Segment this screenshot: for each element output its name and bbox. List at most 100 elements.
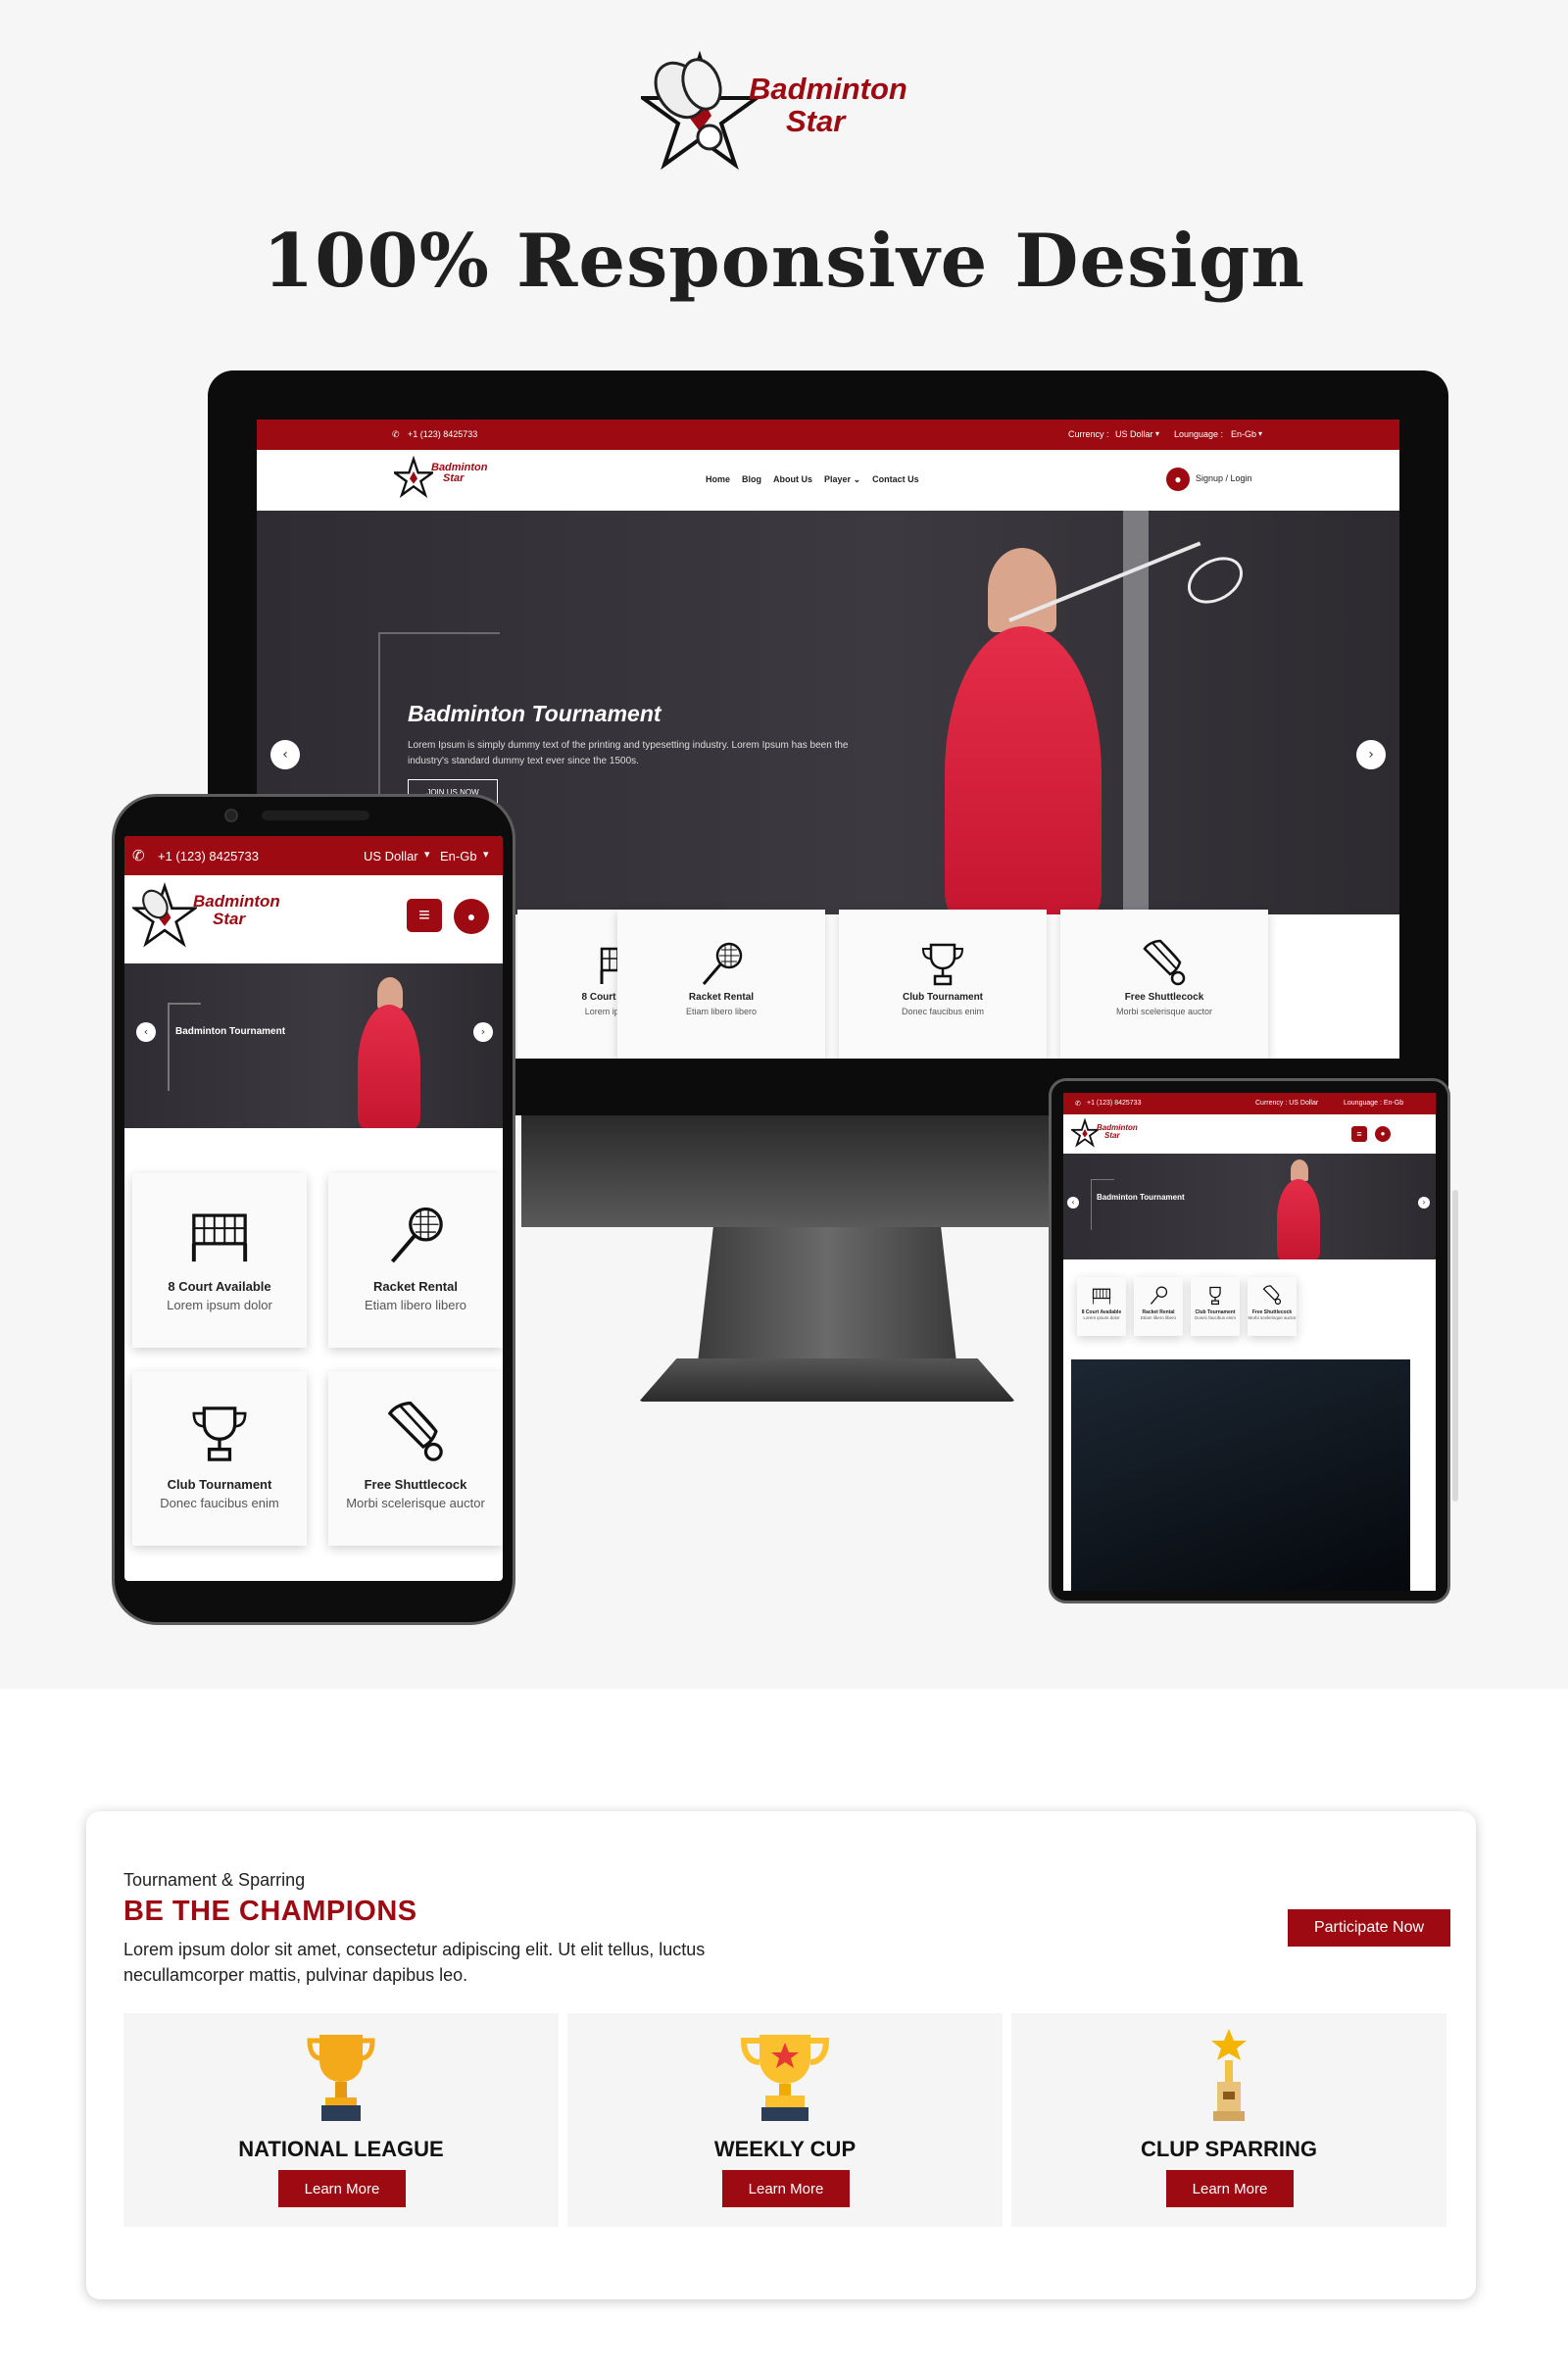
- tablet-currency[interactable]: Currency : US Dollar: [1255, 1100, 1318, 1107]
- language-label: Lounguage :: [1174, 429, 1224, 439]
- trophy-icon: [921, 943, 964, 986]
- chevron-left-icon[interactable]: ‹: [1067, 1197, 1079, 1209]
- tablet-language[interactable]: Lounguage : En-Gb: [1344, 1100, 1403, 1107]
- feature-card[interactable]: Racket Rental Etiam libero libero: [328, 1173, 503, 1348]
- header-wordmark: Badminton Star: [431, 463, 487, 484]
- feature-card[interactable]: 8 Court Available Lorem ipsum dolor: [1077, 1277, 1126, 1336]
- mobile-topbar: ✆ +1 (123) 8425733 US Dollar ▾ En-Gb ▾: [124, 836, 503, 875]
- user-icon[interactable]: ●: [1375, 1126, 1391, 1142]
- hero-frame-top: [168, 1003, 201, 1005]
- mobile-wordmark: Badminton Star: [193, 893, 280, 928]
- nav-about[interactable]: About Us: [773, 474, 812, 485]
- star-trophy-icon: [740, 2035, 830, 2121]
- learn-more-button[interactable]: Learn More: [722, 2170, 850, 2207]
- net-icon: [191, 1213, 248, 1262]
- nav-player[interactable]: Player ⌄: [824, 474, 860, 485]
- mobile-language[interactable]: En-Gb: [440, 849, 477, 863]
- feature-card[interactable]: Free Shuttlecock Morbi scelerisque aucto…: [1060, 910, 1268, 1059]
- feature-sub: Donec faucibus enim: [1194, 1315, 1237, 1320]
- shuttlecock-icon: [387, 1401, 443, 1461]
- champions-panel: Tournament & Sparring BE THE CHAMPIONS L…: [86, 1811, 1476, 2299]
- chevron-right-icon[interactable]: ›: [1418, 1197, 1430, 1209]
- mobile-phone-number[interactable]: +1 (123) 8425733: [158, 849, 259, 863]
- champion-card: NATIONAL LEAGUE Learn More: [123, 2013, 559, 2227]
- shuttlecock-icon: [1143, 939, 1186, 986]
- tablet-phone[interactable]: +1 (123) 8425733: [1087, 1100, 1141, 1107]
- monitor-chin: [521, 1115, 1051, 1227]
- feature-sub: Morbi scelerisque auctor: [1248, 1315, 1297, 1320]
- mobile-header: Badminton Star ≡ ●: [124, 875, 503, 963]
- shuttlecock-star-icon: [636, 50, 763, 171]
- feature-card[interactable]: Racket Rental Etiam libero libero: [1134, 1277, 1183, 1336]
- hero-text: Lorem Ipsum is simply dummy text of the …: [408, 740, 849, 766]
- nav-contact[interactable]: Contact Us: [872, 474, 919, 485]
- tablet-header: Badminton Star ≡ ●: [1063, 1114, 1436, 1154]
- tablet-section-image: [1071, 1359, 1410, 1591]
- phone-icon: ✆: [132, 848, 145, 864]
- currency-select[interactable]: US Dollar: [1115, 429, 1153, 439]
- chevron-down-icon: ▾: [483, 849, 489, 861]
- stylus: [1452, 1190, 1458, 1502]
- phone-icon: ✆: [392, 429, 400, 439]
- feature-title: 8 Court Available: [168, 1279, 271, 1294]
- chevron-down-icon: ⌄: [853, 474, 861, 484]
- feature-card[interactable]: Free Shuttlecock Morbi scelerisque aucto…: [1248, 1277, 1297, 1336]
- feature-card[interactable]: 8 Court Available Lorem ipsum dolor: [132, 1173, 307, 1348]
- feature-card[interactable]: Club Tournament Donec faucibus enim: [1191, 1277, 1240, 1336]
- feature-card[interactable]: Club Tournament Donec faucibus enim: [839, 910, 1047, 1059]
- hero-frame-left: [1091, 1179, 1092, 1230]
- chevron-left-icon[interactable]: ‹: [136, 1022, 156, 1042]
- tablet-device: ✆ +1 (123) 8425733 Currency : US Dollar …: [1049, 1078, 1450, 1603]
- mobile-hero: Badminton Tournament ‹ ›: [124, 963, 503, 1128]
- player-head: [988, 548, 1056, 632]
- nav-blog[interactable]: Blog: [742, 474, 761, 485]
- logo-icon[interactable]: [132, 881, 197, 960]
- monitor-stand-neck: [698, 1227, 956, 1362]
- header-brand-2: Star: [443, 472, 465, 484]
- language-select[interactable]: En-Gb: [1231, 429, 1256, 439]
- mobile-hero-title: Badminton Tournament: [175, 1026, 286, 1037]
- mobile-brand-1: Badminton: [193, 892, 280, 911]
- learn-more-button[interactable]: Learn More: [1166, 2170, 1294, 2207]
- user-icon[interactable]: ●: [1166, 468, 1190, 491]
- logo-icon[interactable]: [394, 456, 433, 505]
- feature-sub: Donec faucibus enim: [160, 1496, 279, 1510]
- feature-sub: Lorem ipsum dolor: [167, 1298, 272, 1312]
- learn-more-button[interactable]: Learn More: [278, 2170, 406, 2207]
- topbar-phone[interactable]: +1 (123) 8425733: [408, 429, 477, 439]
- chevron-right-icon[interactable]: ›: [473, 1022, 493, 1042]
- chevron-down-icon: ▾: [1258, 429, 1263, 438]
- trophy-icon: [307, 2035, 375, 2121]
- shuttlecock-icon: [1262, 1285, 1282, 1306]
- menu-icon[interactable]: ≡: [1351, 1126, 1367, 1142]
- trophy-icon: [192, 1406, 247, 1461]
- brand-line-1: Badminton: [749, 72, 907, 106]
- feature-card[interactable]: Club Tournament Donec faucibus enim: [132, 1371, 307, 1546]
- feature-card[interactable]: Free Shuttlecock Morbi scelerisque aucto…: [328, 1371, 503, 1546]
- feature-title: Club Tournament: [167, 1477, 272, 1492]
- user-icon[interactable]: ●: [454, 899, 489, 934]
- tablet-wordmark: Badminton Star: [1097, 1124, 1138, 1140]
- brand-logo: Badminton Star: [636, 47, 917, 194]
- chevron-right-icon[interactable]: ›: [1356, 740, 1386, 769]
- feature-sub: Morbi scelerisque auctor: [1115, 1007, 1213, 1016]
- currency-label: Currency :: [1068, 429, 1109, 439]
- participate-button[interactable]: Participate Now: [1288, 1909, 1450, 1947]
- signup-link[interactable]: Signup / Login: [1196, 473, 1252, 483]
- menu-icon[interactable]: ≡: [407, 899, 442, 932]
- feature-sub: Etiam libero libero: [685, 1007, 758, 1016]
- chevron-down-icon: ▾: [1155, 429, 1160, 438]
- monitor-stand-base: [639, 1358, 1015, 1402]
- logo-icon[interactable]: [1071, 1118, 1099, 1152]
- nav-home[interactable]: Home: [706, 474, 730, 485]
- hero-frame-left: [168, 1003, 170, 1091]
- main-nav: Home Blog About Us Player ⌄ Contact Us: [706, 474, 919, 485]
- hero-title: Badminton Tournament: [408, 701, 662, 726]
- feature-sub: Etiam libero libero: [1140, 1315, 1176, 1320]
- feature-card[interactable]: Racket Rental Etiam libero libero: [617, 910, 825, 1059]
- chevron-left-icon[interactable]: ‹: [270, 740, 300, 769]
- mobile-currency[interactable]: US Dollar: [364, 849, 418, 863]
- page-headline: 100% Responsive Design: [263, 218, 1305, 304]
- champions-kicker: Tournament & Sparring: [123, 1870, 306, 1890]
- feature-title: Club Tournament: [902, 992, 984, 1003]
